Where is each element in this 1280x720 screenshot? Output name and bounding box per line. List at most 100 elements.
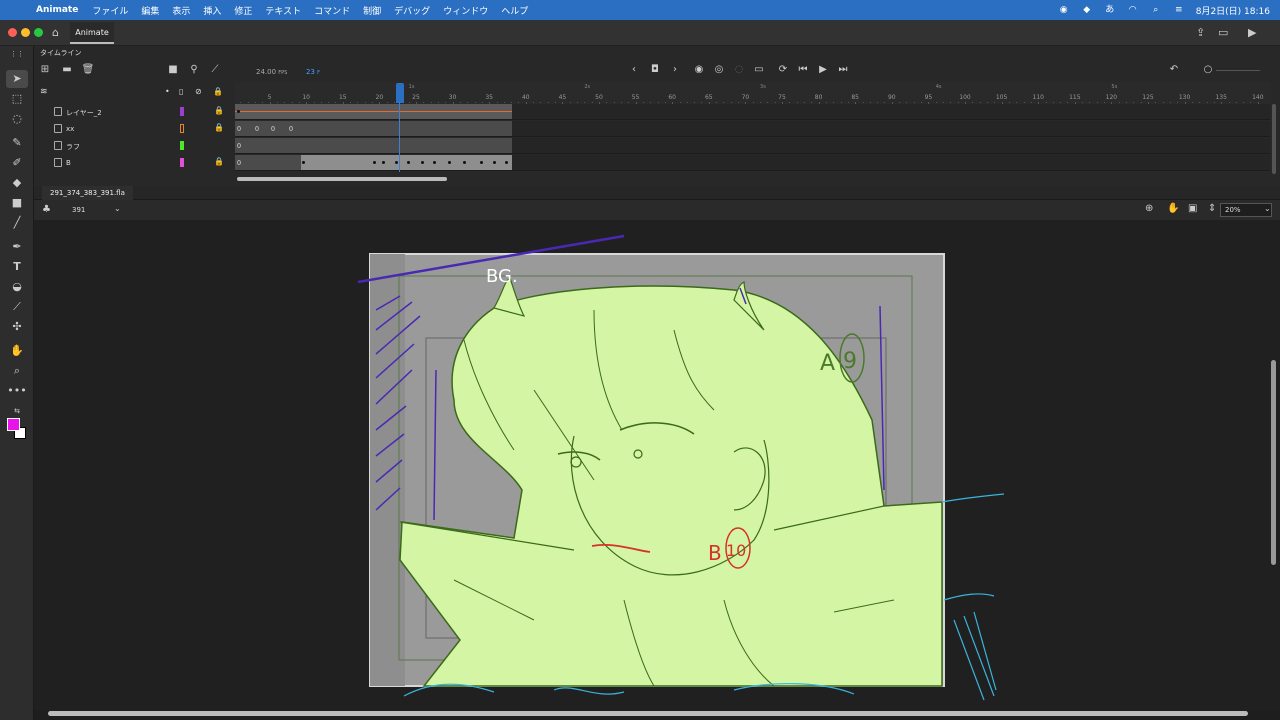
outline-layers-icon[interactable]: ▯ (179, 87, 183, 96)
rewind-icon[interactable]: ⏮ (796, 64, 810, 75)
timeline-scrollbar[interactable] (237, 177, 447, 181)
pen-tool-icon[interactable]: ✒ (6, 238, 28, 256)
frame-span[interactable] (235, 121, 512, 136)
layer-color-outline[interactable] (180, 124, 184, 133)
keyframe[interactable] (493, 161, 496, 164)
layer-row[interactable]: レイヤー_2 🔒 (34, 104, 234, 120)
frame-span[interactable] (235, 138, 512, 153)
clock[interactable]: 8月2日(日) 18:16 (1196, 4, 1270, 17)
layer-track[interactable] (235, 104, 1270, 120)
layers-scrollbar[interactable] (1272, 104, 1276, 174)
lock-icon[interactable]: 🔒 (214, 157, 224, 166)
fill-color-swatch[interactable] (7, 418, 20, 431)
stage-area[interactable]: BG. A 9 B 10 (34, 220, 1280, 710)
clip-stage-icon[interactable]: ▣ (1188, 203, 1197, 214)
keyframe[interactable] (382, 161, 385, 164)
menu-view[interactable]: 表示 (172, 4, 190, 17)
delete-layer-icon[interactable]: 🗑 (81, 64, 95, 75)
layer-track[interactable] (235, 138, 1270, 154)
camera-icon[interactable]: ■ (166, 64, 180, 75)
hand-tool-icon[interactable]: ✋ (6, 342, 28, 360)
document-tab[interactable]: 291_374_383_391.fla (42, 186, 133, 200)
layer-row[interactable]: B 🔒 (34, 155, 234, 171)
chevron-down-icon[interactable]: ⌄ (114, 204, 121, 213)
zoom-window-button[interactable] (34, 28, 43, 37)
layer-color-swatch[interactable] (180, 158, 184, 167)
rotate-stage-icon[interactable]: ✋ (1167, 203, 1179, 214)
empty-keyframe[interactable] (289, 126, 293, 131)
graph-icon[interactable]: ⟋ (208, 64, 222, 75)
free-transform-tool-icon[interactable]: ⬚ (6, 90, 28, 108)
empty-keyframe[interactable] (237, 143, 241, 148)
selection-tool-icon[interactable]: ➤ (6, 70, 28, 88)
paint-bucket-tool-icon[interactable]: ◒ (6, 278, 28, 296)
brush-tool-icon[interactable]: ✎ (6, 134, 28, 152)
input-mode-indicator[interactable]: あ (1104, 5, 1116, 15)
lock-icon[interactable]: 🔒 (214, 106, 224, 115)
layer-row[interactable]: ラフ (34, 138, 234, 154)
menu-debug[interactable]: デバッグ (394, 4, 430, 17)
asset-warp-tool-icon[interactable]: ✣ (6, 318, 28, 336)
frame-size-slider-icon[interactable]: ○ (1201, 64, 1215, 75)
step-forward-icon[interactable]: ⏭ (836, 64, 850, 75)
layer-track[interactable] (235, 121, 1270, 137)
empty-keyframe[interactable] (271, 126, 275, 131)
keyframe[interactable] (302, 161, 305, 164)
scene-name[interactable]: 391 (72, 206, 85, 214)
app-tab[interactable]: Animate (70, 22, 114, 44)
menu-modify[interactable]: 修正 (234, 4, 252, 17)
layer-name[interactable]: レイヤー_2 (66, 108, 102, 118)
fps-value[interactable]: 24.00 (256, 68, 276, 76)
zoom-dropdown-icon[interactable]: ⌄ (1264, 204, 1271, 213)
highlight-layers-icon[interactable]: • (165, 87, 170, 96)
menu-commands[interactable]: コマンド (314, 4, 350, 17)
minimize-window-button[interactable] (21, 28, 30, 37)
layer-row[interactable]: xx 🔒 (34, 121, 234, 137)
keyframe[interactable] (407, 161, 410, 164)
keyframe[interactable] (463, 161, 466, 164)
stage-canvas[interactable]: BG. A 9 B 10 (34, 220, 1280, 710)
playhead[interactable] (396, 83, 404, 103)
layer-name[interactable]: ラフ (66, 142, 80, 152)
menu-window[interactable]: ウィンドウ (443, 4, 488, 17)
layer-track[interactable] (235, 155, 1270, 171)
menu-edit[interactable]: 編集 (141, 4, 159, 17)
hide-layers-icon[interactable]: ⊘ (195, 87, 202, 96)
control-center-icon[interactable]: ≡ (1173, 5, 1185, 15)
keyframe[interactable] (395, 161, 398, 164)
new-folder-icon[interactable]: ▬ (60, 64, 74, 75)
lock-layers-icon[interactable]: 🔒 (213, 87, 223, 96)
prev-keyframe-icon[interactable]: ‹ (627, 64, 641, 75)
layer-color-swatch[interactable] (180, 107, 184, 116)
keyframe[interactable] (480, 161, 483, 164)
share-icon[interactable]: ⇪ (1196, 26, 1205, 39)
empty-keyframe[interactable] (255, 126, 259, 131)
undo-icon[interactable]: ↶ (1167, 64, 1181, 75)
eyedropper-tool-icon[interactable]: ⟋ (6, 298, 28, 316)
keyframe[interactable] (433, 161, 436, 164)
keyframe[interactable] (448, 161, 451, 164)
eraser-tool-icon[interactable]: ◆ (6, 174, 28, 192)
new-layer-icon[interactable]: ⊞ (38, 64, 52, 75)
home-icon[interactable]: ⌂ (52, 26, 59, 39)
text-tool-icon[interactable]: T (6, 258, 28, 276)
frame-span[interactable] (235, 155, 301, 170)
horizontal-scrollbar[interactable] (48, 711, 1248, 716)
menu-file[interactable]: ファイル (92, 4, 128, 17)
keyframe[interactable] (505, 161, 508, 164)
test-movie-icon[interactable]: ▶ (1248, 26, 1256, 39)
next-keyframe-icon[interactable]: › (668, 64, 682, 75)
menu-insert[interactable]: 挿入 (203, 4, 221, 17)
creative-cloud-icon[interactable]: ◉ (1058, 5, 1070, 15)
panel-grip-icon[interactable]: ⋮⋮ (6, 50, 28, 58)
paint-brush-tool-icon[interactable]: ✐ (6, 154, 28, 172)
layer-color-swatch[interactable] (180, 141, 184, 150)
line-tool-icon[interactable]: ╱ (6, 214, 28, 232)
app-menu[interactable]: Animate (36, 5, 78, 15)
lasso-tool-icon[interactable]: ◌ (6, 110, 28, 128)
menu-text[interactable]: テキスト (265, 4, 301, 17)
layers-icon[interactable]: ≋ (40, 87, 48, 97)
menu-help[interactable]: ヘルプ (501, 4, 528, 17)
frame-ruler[interactable]: 5 10 15 20 25 30 35 40 45 50 55 60 65 70 75 80 85 90 95 100… (235, 82, 1270, 105)
loop-icon[interactable]: ▭ (752, 64, 766, 75)
